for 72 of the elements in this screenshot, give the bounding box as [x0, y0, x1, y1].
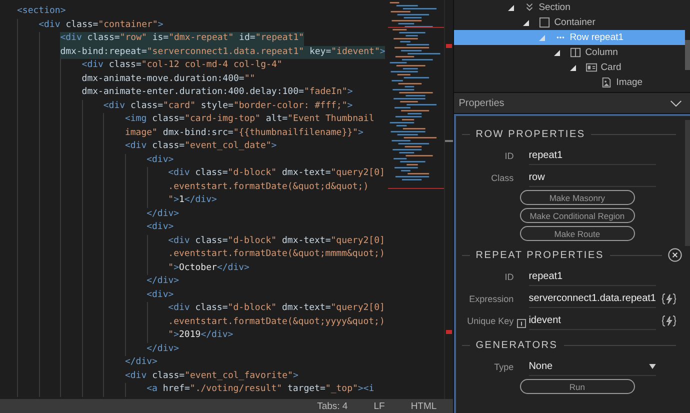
- lightning-icon[interactable]: [662, 293, 676, 305]
- chevron-down-icon[interactable]: [670, 100, 682, 106]
- input-field[interactable]: repeat1: [528, 148, 656, 164]
- field-label: ID: [504, 272, 514, 282]
- image-file-icon: [601, 77, 612, 88]
- section-heading: ROW PROPERTIES: [476, 128, 586, 140]
- code-line: <div class="d-block" dmx-text="query2[0]: [168, 234, 385, 248]
- tree-item[interactable]: Container: [454, 15, 685, 30]
- code-line: <div>: [146, 288, 174, 302]
- input-field[interactable]: row: [528, 170, 656, 186]
- scrollbar[interactable]: [444, 0, 453, 399]
- code-line: <div class="event_col_favorite">: [124, 370, 298, 382]
- chevrons-icon: [524, 2, 535, 13]
- properties-header[interactable]: Properties: [454, 92, 690, 114]
- code-line: ">October</div>: [168, 262, 250, 274]
- scrollbar-thumb[interactable]: [685, 40, 690, 70]
- code-line: <div class="d-block" dmx-text="query2[0]: [168, 167, 385, 180]
- code-line: </div>: [124, 356, 158, 369]
- caret-icon: [649, 364, 656, 368]
- tree-item[interactable]: Column: [454, 45, 685, 60]
- field-label: Unique Key: [466, 316, 514, 326]
- code-line: <a href="./voting/result" target="_top"><i: [146, 383, 374, 396]
- code-line: ">2019</div>: [168, 329, 234, 342]
- expand-triangle-icon[interactable]: [523, 20, 530, 26]
- tab-size-label[interactable]: Tabs: 4: [317, 400, 348, 412]
- close-icon[interactable]: [668, 248, 682, 262]
- code-line: .eventstart.formatDate(&quot;d&quot;): [168, 180, 369, 194]
- expand-triangle-icon[interactable]: [570, 64, 576, 70]
- field-label: Class: [490, 173, 514, 183]
- code-line: <img class="card-img-top" alt="Event Thumbnail: [124, 113, 374, 126]
- action-button[interactable]: Make Masonry: [520, 190, 635, 205]
- section-heading: GENERATORS: [476, 340, 558, 350]
- input-field[interactable]: idevent: [528, 312, 656, 330]
- columns-icon: [570, 47, 582, 58]
- action-button[interactable]: Make Route: [520, 226, 635, 241]
- language-label[interactable]: HTML: [410, 400, 437, 412]
- code-line: <div class="event_col_date">: [124, 140, 277, 153]
- section-heading: REPEAT PROPERTIES: [476, 250, 604, 260]
- code-line: </div>: [146, 342, 180, 356]
- code-line: </div>: [146, 275, 180, 288]
- dropdown[interactable]: None: [528, 358, 656, 376]
- tree-item[interactable]: Section: [454, 0, 685, 15]
- code-line: ">1</div>: [168, 194, 217, 207]
- input-field[interactable]: repeat1: [528, 268, 656, 286]
- square-icon: [539, 17, 550, 28]
- field-label: Type: [493, 362, 514, 372]
- card-icon: [586, 62, 597, 73]
- input-field[interactable]: serverconnect1.data.repeat1: [528, 290, 656, 308]
- code-line: .eventstart.formatDate(&quot;mmmm&quot;): [168, 248, 385, 261]
- code-line: <div>: [146, 221, 174, 234]
- line-ending-label[interactable]: LF: [374, 400, 385, 412]
- code-line: dmx-animate-enter.duration:400.delay:100="fadeIn">: [82, 86, 353, 99]
- code-line: dmx-animate-move.duration:400="": [82, 72, 256, 86]
- code-line: <section>: [17, 5, 66, 18]
- action-button[interactable]: Make Conditional Region: [520, 208, 635, 223]
- code-line: .eventstart.formatDate(&quot;yyyy&quot;): [168, 316, 385, 328]
- code-line: </div>: [146, 208, 180, 220]
- action-button[interactable]: Run: [520, 379, 635, 394]
- code-line: <div class="col-12 col-md-4 col-lg-4": [82, 59, 282, 72]
- tree-item[interactable]: Image: [454, 75, 685, 90]
- code-line: <div class="card" style="border-color: #fff;">: [103, 100, 353, 112]
- code-line: <div class="d-block" dmx-text="query2[0]: [168, 302, 385, 315]
- lightning-icon[interactable]: [662, 315, 676, 327]
- field-label: Expression: [468, 294, 514, 304]
- expand-triangle-icon[interactable]: [554, 50, 560, 56]
- expand-triangle-icon[interactable]: [508, 4, 514, 10]
- tree-item[interactable]: Card: [454, 60, 685, 75]
- field-label: ID: [504, 151, 514, 161]
- code-line: <div>: [146, 154, 174, 166]
- code-line: image" dmx-bind:src="{{thumbnailfilename}}">: [124, 126, 364, 140]
- info-icon[interactable]: [516, 319, 526, 328]
- code-line: <div class="container">: [38, 18, 164, 32]
